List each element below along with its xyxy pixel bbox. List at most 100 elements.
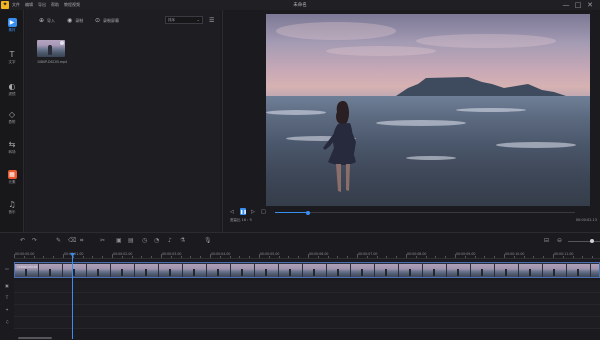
effect-track-icon: ✦ xyxy=(5,307,9,312)
ruler-tick xyxy=(210,254,211,258)
split-icon[interactable]: ✂ xyxy=(100,237,105,244)
progress-knob[interactable] xyxy=(306,210,310,215)
next-frame-icon[interactable]: ▷ xyxy=(251,209,255,215)
import-button[interactable]: ⊕ 导入 xyxy=(39,17,55,24)
clip-frame xyxy=(375,264,399,277)
total-time: 00:00:02.13 xyxy=(575,218,597,222)
video-clip[interactable]: 1080P-DSC05 xyxy=(14,262,600,278)
playhead[interactable] xyxy=(72,255,73,339)
rail-item-elements[interactable]: ▦ 元素 xyxy=(0,170,24,185)
ruler-tick xyxy=(259,254,260,258)
fit-icon[interactable]: ⊟ xyxy=(544,237,549,244)
ruler-tick xyxy=(504,254,505,258)
clip-frame xyxy=(399,264,423,277)
ruler-tick xyxy=(170,256,172,258)
time-ruler[interactable]: 00:00:00.0000:00:01.0000:00:02.0000:00:0… xyxy=(14,251,600,259)
cloud xyxy=(326,46,436,56)
wave-foam xyxy=(406,156,456,160)
color-icon[interactable]: ⚗ xyxy=(180,237,185,244)
ruler-tick xyxy=(82,256,84,258)
rail-item-media[interactable]: ▶ 素材 xyxy=(0,18,24,33)
menu-help[interactable]: 帮助 xyxy=(51,2,59,8)
music-track[interactable] xyxy=(14,317,600,329)
image-track[interactable] xyxy=(14,281,600,293)
rail-item-overlay[interactable]: ◇ 叠附 xyxy=(0,110,24,125)
frame-figure xyxy=(457,269,459,276)
record-label: 录制 xyxy=(75,17,84,23)
clip-frame xyxy=(471,264,495,277)
record-button[interactable]: ◉ 录制 xyxy=(67,17,83,24)
ruler-tick xyxy=(347,256,349,258)
audio-icon[interactable]: ♪ xyxy=(168,237,172,244)
ruler-tick xyxy=(190,256,192,258)
progress-track[interactable] xyxy=(275,210,575,215)
music-icon: ♫ xyxy=(8,200,16,209)
rail-label: 文字 xyxy=(8,60,16,64)
clip-frame xyxy=(63,264,87,277)
frame-figure xyxy=(265,269,267,276)
zoom-knob[interactable] xyxy=(590,239,594,243)
clip-frame xyxy=(231,264,255,277)
ruler-tick xyxy=(121,256,123,258)
ruler-tick xyxy=(533,256,535,258)
ruler-tick xyxy=(406,254,407,258)
voiceover-icon[interactable]: 🎙 xyxy=(204,237,212,244)
menu-edit[interactable]: 编辑 xyxy=(25,2,33,8)
text-track[interactable] xyxy=(14,293,600,305)
ruler-tick xyxy=(102,256,104,258)
pause-button[interactable]: ❚❚ xyxy=(240,208,247,215)
rail-item-filter[interactable]: ◐ 滤镜 xyxy=(0,82,24,97)
ruler-tick xyxy=(131,256,133,258)
sort-dropdown[interactable]: 排序 ⌄ xyxy=(165,16,203,24)
clip-frame xyxy=(111,264,135,277)
mosaic-icon[interactable]: ▣ xyxy=(116,237,122,244)
speed-icon[interactable]: ◔ xyxy=(154,237,159,244)
crop-icon[interactable]: ⌗ xyxy=(80,237,83,245)
zoom-slider[interactable] xyxy=(568,241,600,242)
clip-frame xyxy=(543,264,567,277)
horizontal-scrollbar[interactable] xyxy=(18,337,52,339)
rail-item-text[interactable]: T 文字 xyxy=(0,50,24,65)
stop-icon[interactable]: □ xyxy=(261,209,266,215)
menu-export[interactable]: 导出 xyxy=(38,2,46,8)
frame-figure xyxy=(97,269,99,276)
frame-figure xyxy=(337,269,339,276)
zoom-out-icon[interactable]: ⊖ xyxy=(557,237,562,244)
ruler-tick xyxy=(553,254,554,258)
minimize-button[interactable]: — xyxy=(560,1,572,9)
redo-icon[interactable]: ↷ xyxy=(32,237,37,244)
rail-label: 叠附 xyxy=(8,120,16,124)
ruler-tick xyxy=(396,256,398,258)
prev-frame-icon[interactable]: ◁ xyxy=(230,209,234,215)
freeze-icon[interactable]: ▤ xyxy=(128,237,134,244)
ruler-tick xyxy=(543,256,545,258)
ruler-tick xyxy=(63,254,64,258)
ruler-tick xyxy=(53,256,55,258)
rail-item-transition[interactable]: ⇆ 转场 xyxy=(0,140,24,155)
rail-label: 元素 xyxy=(8,180,16,184)
delete-icon[interactable]: ⌫ xyxy=(68,237,76,244)
undo-icon[interactable]: ↶ xyxy=(20,237,25,244)
media-thumbnail[interactable] xyxy=(37,40,65,57)
ruler-tick xyxy=(14,254,15,258)
menu-file[interactable]: 文件 xyxy=(12,2,20,8)
list-view-icon[interactable]: ☰ xyxy=(209,17,214,24)
edit-icon[interactable]: ✎ xyxy=(56,237,61,244)
ruler-tick xyxy=(474,256,476,258)
ruler-tick xyxy=(278,256,280,258)
close-button[interactable]: ✕ xyxy=(584,1,596,9)
frame-figure xyxy=(313,269,315,276)
window-controls: — □ ✕ xyxy=(560,1,596,9)
menu-tutorials[interactable]: 教程视频 xyxy=(64,2,80,8)
maximize-button[interactable]: □ xyxy=(572,1,584,9)
clip-frame xyxy=(447,264,471,277)
wave-foam xyxy=(376,120,466,126)
sea xyxy=(266,96,590,206)
screen-record-button[interactable]: ⊙ 录制屏幕 xyxy=(95,17,119,24)
video-preview[interactable] xyxy=(266,14,590,206)
effect-track[interactable] xyxy=(14,305,600,317)
duration-icon[interactable]: ◷ xyxy=(142,237,147,244)
rail-item-music[interactable]: ♫ 音乐 xyxy=(0,200,24,215)
ruler-tick xyxy=(376,256,378,258)
frame-figure xyxy=(481,269,483,276)
